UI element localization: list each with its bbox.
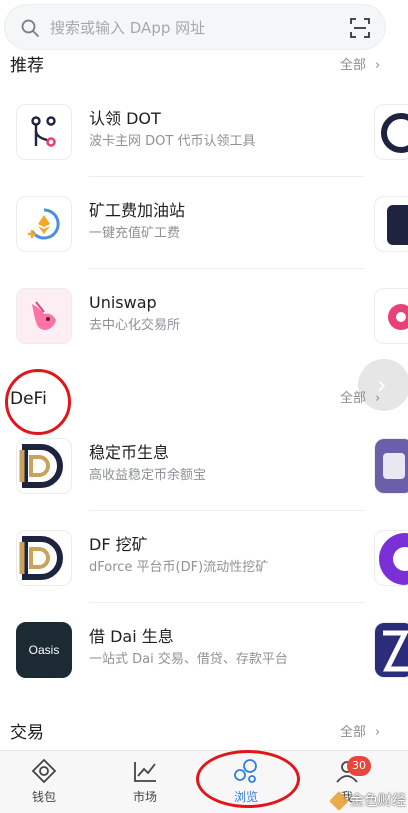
peek-card-icon[interactable] bbox=[374, 288, 408, 344]
item-name: 借 Dai 生息 bbox=[89, 627, 174, 646]
item-description: 高收益稳定币余额宝 bbox=[89, 468, 207, 483]
section-title: 推荐 bbox=[10, 56, 44, 76]
list-item[interactable]: 稳定币生息 高收益稳定币余额宝 bbox=[0, 438, 370, 530]
peek-card-icon[interactable] bbox=[374, 196, 408, 252]
chevron-right-icon: › bbox=[375, 58, 381, 73]
notification-badge: 30 bbox=[347, 756, 371, 776]
list-item[interactable]: Uniswap 去中心化交易所 bbox=[0, 288, 370, 380]
dforce-d-icon bbox=[16, 438, 72, 494]
peek-card-icon[interactable] bbox=[374, 530, 408, 586]
tab-label: 市场 bbox=[132, 790, 157, 804]
dforce-d-icon bbox=[16, 530, 72, 586]
tab-label: 钱包 bbox=[31, 790, 56, 804]
annotation-circle-browse-tab bbox=[196, 750, 300, 808]
view-all-link[interactable]: 全部 bbox=[340, 719, 366, 747]
oasis-logo-text: Oasis bbox=[28, 643, 60, 657]
item-description: 去中心化交易所 bbox=[89, 318, 181, 333]
market-chart-icon bbox=[134, 762, 156, 782]
item-name: 认领 DOT bbox=[89, 109, 161, 128]
item-name: 稳定币生息 bbox=[89, 443, 170, 462]
item-description: 一键充值矿工费 bbox=[89, 226, 181, 241]
list-item[interactable]: Oasis 借 Dai 生息 一站式 Dai 交易、借贷、存款平台 bbox=[0, 622, 370, 714]
item-name: 矿工费加油站 bbox=[89, 201, 186, 220]
peek-card-icon[interactable] bbox=[374, 438, 408, 494]
annotation-circle-defi bbox=[5, 369, 71, 435]
unicorn-icon bbox=[16, 288, 72, 344]
item-description: 波卡主网 DOT 代币认领工具 bbox=[89, 134, 256, 149]
oasis-icon: Oasis bbox=[16, 622, 72, 678]
divider bbox=[89, 602, 364, 603]
search-header: 搜索或输入 DApp 网址 bbox=[0, 0, 408, 54]
divider bbox=[89, 268, 364, 269]
gas-station-icon bbox=[16, 196, 72, 252]
view-all-link[interactable]: 全部 bbox=[340, 52, 366, 80]
watermark-logo-icon bbox=[329, 791, 349, 811]
view-all-link[interactable]: 全部 bbox=[340, 385, 366, 413]
search-icon bbox=[21, 19, 39, 37]
watermark-text: 金色财经 bbox=[350, 793, 406, 809]
search-input[interactable]: 搜索或输入 DApp 网址 bbox=[4, 4, 386, 50]
watermark: 金色财经 bbox=[329, 790, 408, 812]
section-title: 交易 bbox=[10, 723, 44, 743]
search-placeholder: 搜索或输入 DApp 网址 bbox=[50, 19, 206, 37]
section-header-trade: 交易 全部 › bbox=[0, 719, 408, 747]
peek-card-icon[interactable] bbox=[374, 104, 408, 160]
item-description: dForce 平台币(DF)流动性挖矿 bbox=[89, 560, 269, 575]
chevron-right-icon: › bbox=[375, 725, 381, 740]
divider bbox=[89, 176, 364, 177]
list-item[interactable]: 认领 DOT 波卡主网 DOT 代币认领工具 bbox=[0, 104, 370, 196]
divider bbox=[89, 510, 364, 511]
item-name: Uniswap bbox=[89, 293, 157, 312]
item-description: 一站式 Dai 交易、借贷、存款平台 bbox=[89, 652, 288, 667]
fork-icon bbox=[16, 104, 72, 160]
list-item[interactable]: 矿工费加油站 一键充值矿工费 bbox=[0, 196, 370, 288]
section-header-recommend: 推荐 全部 › bbox=[0, 52, 408, 80]
wallet-diamond-icon bbox=[31, 758, 57, 784]
item-name: DF 挖矿 bbox=[89, 535, 148, 554]
peek-card-icon[interactable] bbox=[374, 622, 408, 678]
chevron-right-icon: › bbox=[375, 391, 381, 406]
tab-market[interactable]: 市场 bbox=[94, 751, 196, 813]
tab-wallet[interactable]: 钱包 bbox=[0, 751, 95, 813]
scan-icon[interactable] bbox=[349, 17, 371, 39]
list-item[interactable]: DF 挖矿 dForce 平台币(DF)流动性挖矿 bbox=[0, 530, 370, 622]
